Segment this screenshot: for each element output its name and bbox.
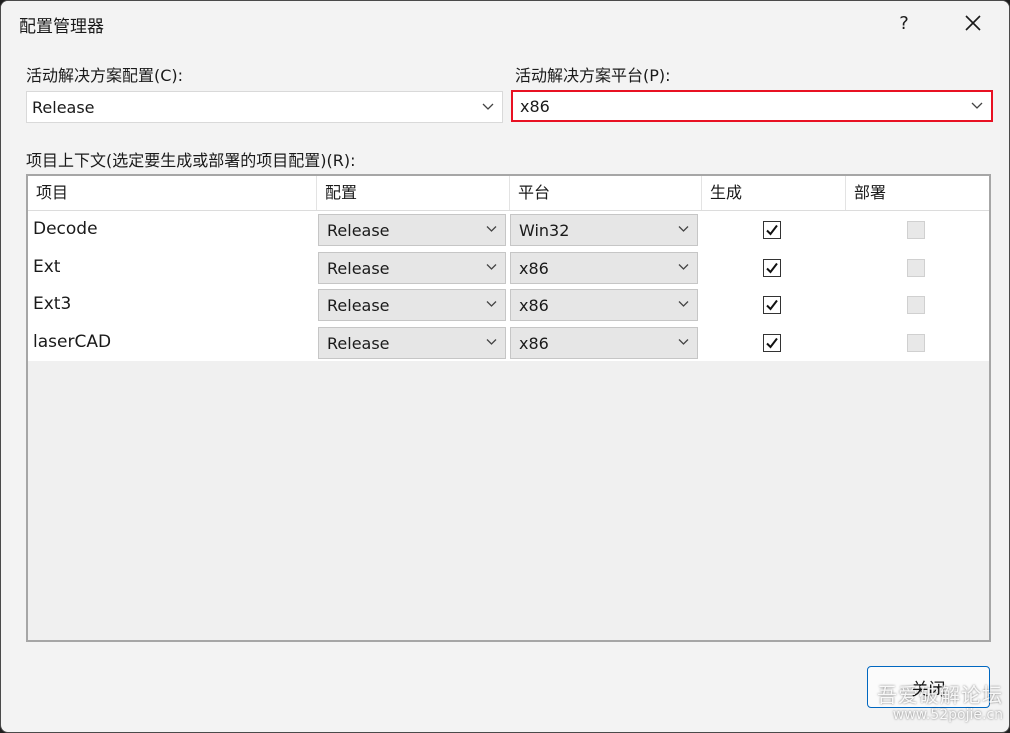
platform-dropdown[interactable]: x86 <box>510 289 698 321</box>
build-checkbox[interactable] <box>763 221 781 239</box>
project-name: laserCAD <box>33 331 112 352</box>
active-config-value: Release <box>32 98 95 117</box>
chevron-down-icon <box>486 263 497 270</box>
checkmark-icon <box>766 337 778 349</box>
configuration-dropdown[interactable]: Release <box>318 214 506 246</box>
configuration-value: Release <box>327 296 390 315</box>
table-row[interactable]: Decode Release Win32 <box>28 211 989 249</box>
configuration-value: Release <box>327 258 390 278</box>
platform-value: x86 <box>519 333 549 353</box>
checkmark-icon <box>766 262 778 274</box>
platform-dropdown[interactable]: x86 <box>510 326 698 359</box>
watermark-url: www.52pojie.cn <box>892 707 1003 723</box>
configuration-value: Release <box>327 221 390 240</box>
help-button[interactable]: ? <box>881 1 927 45</box>
table-row[interactable]: Ext3 Release x86 <box>28 286 989 324</box>
chevron-down-icon <box>678 301 689 307</box>
configuration-value: Release <box>327 333 390 353</box>
build-checkbox[interactable] <box>763 296 781 314</box>
chevron-down-icon <box>486 338 497 345</box>
close-icon <box>965 15 981 31</box>
checkmark-icon <box>766 299 778 311</box>
active-config-dropdown[interactable]: Release <box>26 91 503 123</box>
chevron-down-icon <box>486 301 497 307</box>
chevron-down-icon <box>678 263 689 270</box>
project-name: Decode <box>33 219 98 239</box>
platform-dropdown[interactable]: Win32 <box>510 214 698 246</box>
chevron-down-icon <box>678 226 689 232</box>
deploy-checkbox <box>907 221 925 239</box>
active-platform-label: 活动解决方案平台(P): <box>515 66 671 85</box>
close-window-button[interactable] <box>949 1 997 45</box>
table-row[interactable]: laserCAD Release x86 <box>28 323 989 361</box>
title-bar: 配置管理器 ? <box>1 1 1009 45</box>
dialog-title: 配置管理器 <box>19 17 104 37</box>
chevron-down-icon <box>486 226 497 232</box>
deploy-checkbox <box>907 296 925 314</box>
project-contexts-label: 项目上下文(选定要生成或部署的项目配置)(R): <box>26 151 356 170</box>
build-checkbox[interactable] <box>763 333 781 352</box>
configuration-manager-dialog: 配置管理器 ? 活动解决方案配置(C): Release 活动解决方案平台(P)… <box>0 0 1010 733</box>
platform-value: x86 <box>519 296 549 315</box>
platform-value: x86 <box>519 258 549 278</box>
chevron-down-icon <box>678 338 689 345</box>
chevron-down-icon <box>971 102 983 109</box>
deploy-checkbox <box>907 258 925 277</box>
deploy-checkbox <box>907 333 925 352</box>
project-name: Ext <box>33 256 61 277</box>
chevron-down-icon <box>482 103 494 110</box>
platform-value: Win32 <box>519 221 570 240</box>
column-header-platform[interactable]: 平台 <box>510 176 702 210</box>
active-config-label: 活动解决方案配置(C): <box>26 66 184 85</box>
table-row[interactable]: Ext Release x86 <box>28 248 989 286</box>
project-name: Ext3 <box>33 294 72 314</box>
column-header-build[interactable]: 生成 <box>702 176 846 210</box>
platform-dropdown[interactable]: x86 <box>510 251 698 284</box>
active-platform-value: x86 <box>520 97 550 116</box>
column-header-deploy[interactable]: 部署 <box>846 176 989 210</box>
checkmark-icon <box>766 224 778 236</box>
column-header-project[interactable]: 项目 <box>28 176 317 210</box>
configuration-dropdown[interactable]: Release <box>318 326 506 359</box>
active-platform-dropdown[interactable]: x86 <box>511 90 993 122</box>
configuration-dropdown[interactable]: Release <box>318 289 506 321</box>
grid-header: 项目 配置 平台 生成 部署 <box>28 176 989 211</box>
project-contexts-grid: 项目 配置 平台 生成 部署 Decode Release Win32 Ext <box>26 174 991 642</box>
column-header-configuration[interactable]: 配置 <box>317 176 510 210</box>
build-checkbox[interactable] <box>763 258 781 277</box>
configuration-dropdown[interactable]: Release <box>318 251 506 284</box>
close-button[interactable]: 关闭 <box>867 666 990 708</box>
